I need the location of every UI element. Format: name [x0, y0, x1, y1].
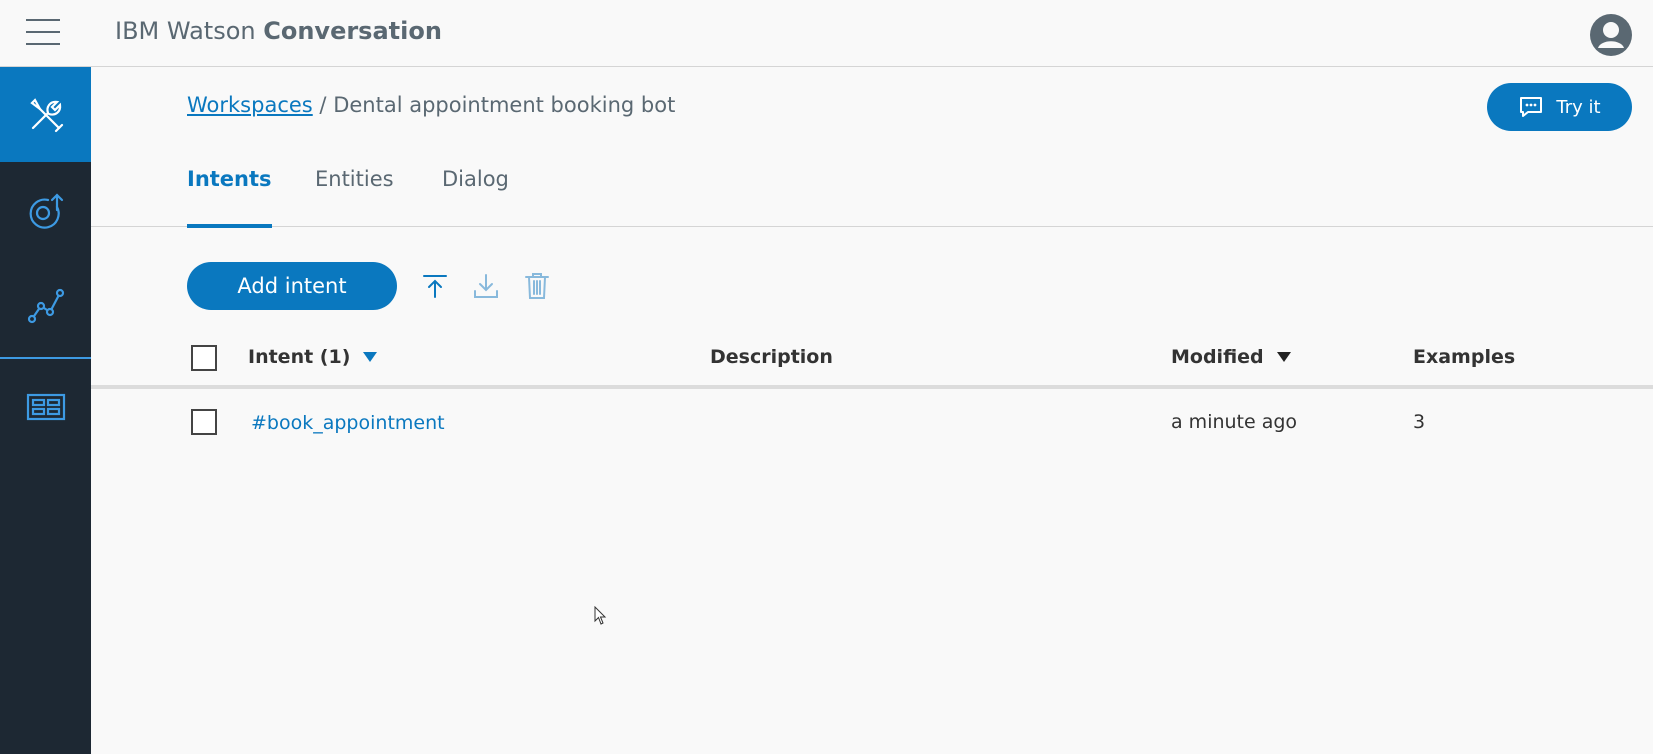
column-modified-header[interactable]: Modified — [1171, 346, 1292, 368]
select-all-checkbox[interactable] — [191, 345, 217, 371]
sort-down-icon — [363, 352, 378, 362]
upload-icon[interactable] — [420, 271, 450, 301]
hamburger-menu-icon[interactable] — [26, 19, 60, 49]
intent-modified: a minute ago — [1171, 411, 1298, 433]
brand-name: Conversation — [263, 17, 442, 45]
analytics-icon — [27, 288, 64, 323]
intent-name-link[interactable]: #book_appointment — [251, 412, 445, 434]
tab-dialog[interactable]: Dialog — [442, 167, 509, 227]
tools-icon — [29, 97, 63, 132]
deploy-icon — [29, 192, 63, 229]
app-window: IBM Watson Conversation Workspaces / Den… — [0, 0, 1653, 754]
column-examples-label: Examples — [1413, 346, 1516, 368]
try-it-button[interactable]: Try it — [1487, 83, 1632, 131]
app-title: IBM Watson Conversation — [115, 17, 442, 45]
column-intent-label: Intent (1) — [248, 346, 351, 368]
tab-bar: Intents Entities Dialog — [91, 153, 1653, 228]
left-rail — [0, 67, 91, 754]
column-modified-label: Modified — [1171, 346, 1264, 368]
tab-intents[interactable]: Intents — [187, 167, 272, 228]
intent-examples-count: 3 — [1413, 411, 1426, 433]
dashboard-icon — [26, 393, 65, 420]
rail-item-build[interactable] — [0, 67, 91, 162]
user-avatar-icon[interactable] — [1589, 13, 1633, 57]
table-header: Intent (1) Description Modified Examples — [91, 329, 1653, 389]
main-content: Workspaces / Dental appointment booking … — [91, 67, 1653, 754]
breadcrumb-workspaces-link[interactable]: Workspaces — [187, 93, 313, 117]
brand-prefix: IBM Watson — [115, 17, 256, 45]
column-intent-header[interactable]: Intent (1) — [248, 346, 378, 368]
rail-item-dashboard[interactable] — [0, 359, 91, 454]
try-it-label: Try it — [1556, 96, 1601, 118]
trash-icon[interactable] — [522, 271, 552, 301]
rail-item-deploy[interactable] — [0, 162, 91, 257]
breadcrumb: Workspaces / Dental appointment booking … — [187, 93, 675, 117]
sort-down-icon — [1276, 352, 1291, 362]
rail-item-improve[interactable] — [0, 257, 91, 352]
breadcrumb-separator: / — [319, 93, 327, 117]
column-description-header: Description — [710, 346, 833, 368]
table-row[interactable]: #book_appointment a minute ago 3 — [91, 389, 1653, 447]
chat-bubble-icon — [1520, 97, 1543, 117]
column-examples-header: Examples — [1413, 346, 1515, 368]
row-checkbox[interactable] — [191, 409, 217, 435]
breadcrumb-current: Dental appointment booking bot — [333, 93, 676, 117]
mouse-cursor-icon — [594, 606, 607, 625]
top-header: IBM Watson Conversation — [0, 0, 1653, 67]
add-intent-button[interactable]: Add intent — [187, 262, 397, 310]
tab-entities[interactable]: Entities — [315, 167, 394, 227]
download-icon[interactable] — [471, 271, 501, 301]
column-description-label: Description — [710, 346, 833, 368]
